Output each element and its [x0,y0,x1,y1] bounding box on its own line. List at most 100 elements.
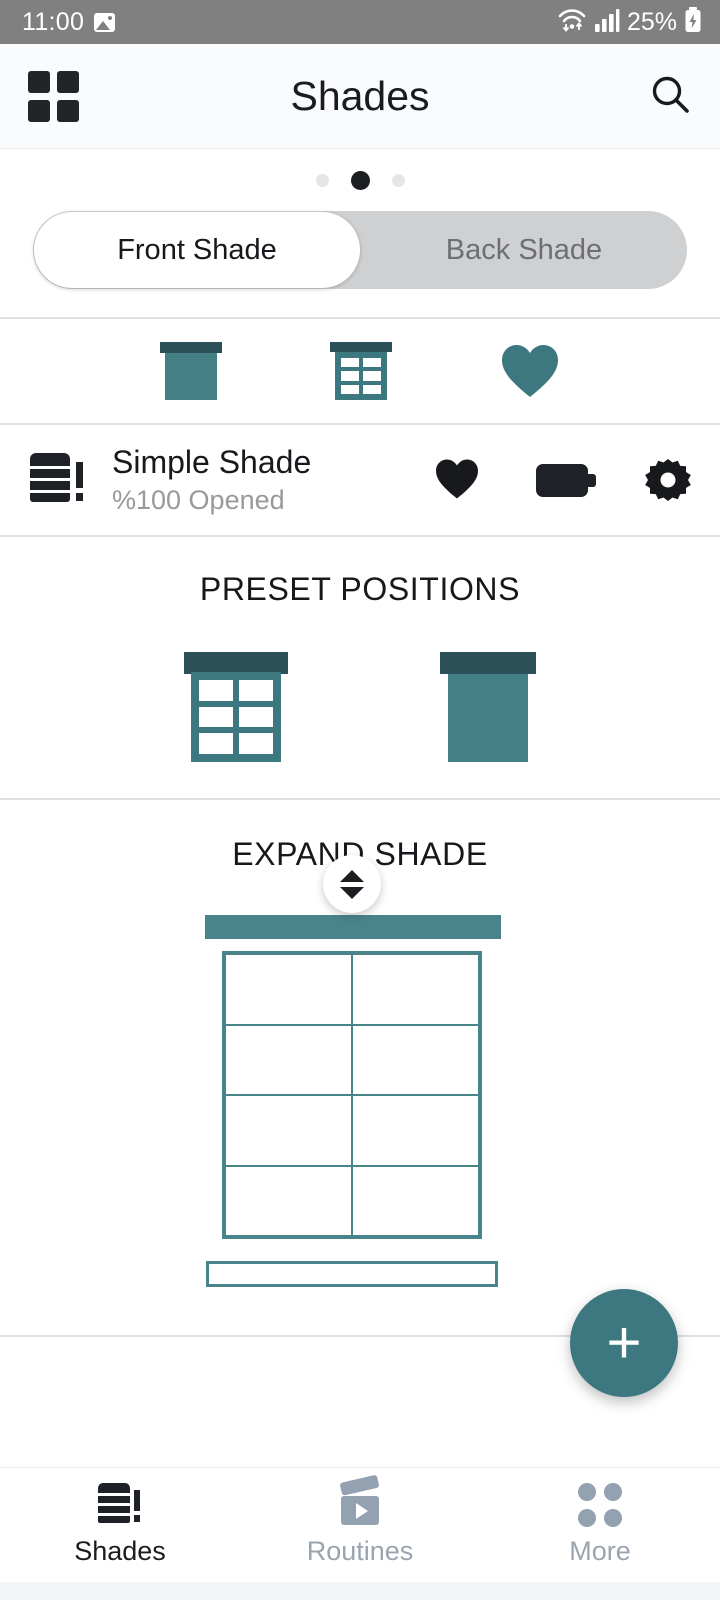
dot [604,1509,622,1527]
clapper-lid [339,1474,380,1496]
image-icon [94,12,116,32]
pane [339,356,361,370]
pane [339,369,361,383]
preset-positions-section: PRESET POSITIONS [0,537,720,798]
search-icon[interactable] [648,72,692,121]
more-dots-icon [578,1483,622,1527]
exclamation-dot [76,493,83,501]
settings-gear-icon[interactable] [644,456,692,504]
arrow-down-icon [340,886,364,899]
dot [604,1483,622,1501]
pane [196,677,236,704]
grid-cell [28,70,50,93]
grid-cell [57,70,79,93]
nav-label-shades: Shades [74,1536,166,1566]
nav-item-routines[interactable]: Routines [240,1474,480,1567]
plus-icon: + [606,1309,642,1376]
device-state: %100 Opened [112,485,285,515]
exclamation-stem [76,462,83,488]
shade-bar [30,493,70,502]
window-grid[interactable] [222,951,482,1239]
page-indicator [0,149,720,211]
shade-drag-handle[interactable] [323,855,381,913]
shade-selector: Front Shade Back Shade [0,211,720,317]
pane [339,382,361,396]
android-navigation-bar [0,1582,720,1600]
bottom-navigation: Shades Routines More [0,1467,720,1582]
pane [361,382,383,396]
device-row[interactable]: Simple Shade %100 Opened [0,425,720,535]
device-actions [434,456,692,504]
window-frame [191,672,281,762]
open-window-preset[interactable] [184,652,288,762]
clapper-body [341,1496,379,1525]
status-bar-right: 25% [557,6,702,38]
shade-cap [330,342,392,352]
battery-charging-icon [684,6,702,38]
exclamation-dot [134,1515,140,1522]
closed-shade-preset[interactable] [440,652,536,762]
app-root: 11:00 25% Shades Front Shade Back Shade … [0,0,720,1600]
fab-zone: + [0,1289,720,1467]
shade-body [448,674,528,762]
shade-cap [440,652,536,674]
status-bar-clock: 11:00 [22,7,85,36]
pane [225,1095,352,1166]
open-window-icon[interactable] [330,342,392,400]
pane [225,1024,352,1095]
nav-label-more: More [569,1536,631,1566]
window-sill [206,1261,498,1287]
pane [352,1024,479,1095]
window-frame [335,352,387,400]
add-button[interactable]: + [570,1289,678,1397]
arrow-up-icon [340,869,364,882]
nav-label-routines: Routines [306,1536,414,1566]
page-dot-1[interactable] [315,173,329,187]
pane [196,703,236,731]
wifi-icon [557,7,587,38]
preset-positions-title: PRESET POSITIONS [199,571,521,607]
app-bar: Shades [0,44,720,149]
page-dot-3[interactable] [391,173,405,187]
battery-icon[interactable] [536,463,596,497]
signal-icon [594,8,620,37]
shade-bar [98,1506,130,1513]
dot [578,1483,596,1501]
pane [196,730,236,757]
shade-bar [30,453,70,466]
shade-body [165,353,217,400]
pane [361,369,383,383]
pane [352,1165,479,1236]
tab-back-shade[interactable]: Back Shade [361,211,687,289]
closed-shade-icon[interactable] [160,342,222,400]
shade-type-row [0,319,720,423]
device-name: Simple Shade [112,444,312,480]
pane [236,677,276,704]
shade-bar [98,1516,130,1523]
shade-icon [98,1483,142,1525]
pane [361,356,383,370]
page-title: Shades [290,72,430,119]
tab-front-shade[interactable]: Front Shade [34,212,360,288]
nav-item-shades[interactable]: Shades [0,1483,240,1567]
page-dot-2-active[interactable] [350,170,370,190]
play-triangle [355,1502,368,1519]
shade-top-bar [205,915,501,939]
shade-cap [160,342,222,353]
shade-bar [98,1496,130,1503]
favorite-heart-icon[interactable] [434,458,480,503]
grid-menu-icon[interactable] [28,70,79,122]
nav-item-more[interactable]: More [480,1483,720,1567]
shade-bar [30,481,70,490]
grid-cell [28,99,50,122]
shade-icon [30,453,86,507]
expand-shade-stage [0,915,720,1305]
grid-cell [57,99,79,122]
favorite-heart-icon[interactable] [500,343,560,399]
shade-cap [184,652,288,674]
segmented-control: Front Shade Back Shade [33,211,687,289]
status-bar-left: 11:00 [22,7,116,37]
exclamation-stem [134,1490,140,1511]
pane [236,703,276,731]
shade-bar [30,469,70,478]
